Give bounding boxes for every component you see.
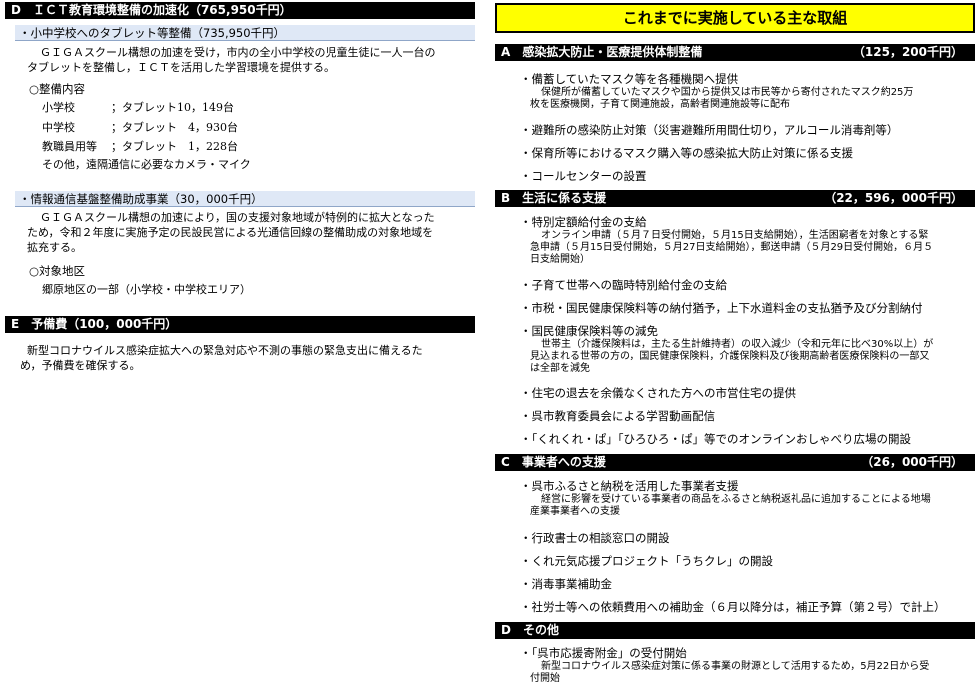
section-b-amount: （22，596，000千円） <box>824 191 963 205</box>
reserve-body-line-1: 新型コロナウイルス感染症拡大への緊急対応や不測の事態の緊急支出に備えるた <box>27 344 423 357</box>
section-a-letter: A <box>501 45 511 59</box>
section-b-title: 生活に係る支援 <box>522 191 607 205</box>
tablet-subsection-header: ・小中学校へのタブレット等整備（735,950千円） <box>15 25 475 41</box>
section-d-header: D ＩＣＴ教育環境整備の加速化（765,950千円） <box>5 2 475 19</box>
c-item-1-sub-2: 産業事業者への支援 <box>530 506 620 517</box>
network-body-line-3: 拡充する。 <box>27 241 82 254</box>
b-item-2: ・子育て世帯への臨時特別給付金の支給 <box>520 278 727 292</box>
row-elementary-label: 小学校 <box>42 101 75 114</box>
network-subsection-header: ・情報通信基盤整備助成事業（30，000千円） <box>15 191 475 207</box>
section-b-header: B 生活に係る支援 （22，596，000千円） <box>495 190 975 207</box>
section-c-title: 事業者への支援 <box>521 455 606 469</box>
tablet-body-line-2: タブレットを整備し，ＩＣＴを活用した学習環境を提供する。 <box>27 61 335 74</box>
section-d-other-header: D その他 <box>495 622 975 639</box>
contents-heading: ○整備内容 <box>29 82 86 96</box>
c-item-2: ・行政書士の相談窓口の開設 <box>520 531 670 545</box>
section-a-amount: （125，200千円） <box>852 45 963 59</box>
b-item-1-sub-2: 急申請（５月15日受付開始，５月27日支給開始），郵送申請（５月29日受付開始，… <box>530 242 934 253</box>
row-junior-value: ；タブレット 4，930台 <box>111 121 238 134</box>
section-b-letter: B <box>501 191 511 205</box>
c-item-4: ・消毒事業補助金 <box>520 577 612 591</box>
section-c-header: C 事業者への支援 （26，000千円） <box>495 454 975 471</box>
row-elementary-value: ；タブレット10，149台 <box>111 101 234 114</box>
b-item-5: ・住宅の退去を余儀なくされた方への市営住宅の提供 <box>520 386 796 400</box>
section-c-letter: C <box>501 455 510 469</box>
b-item-6: ・呉市教育委員会による学習動画配信 <box>520 409 716 423</box>
section-d-other-letter: D <box>501 623 511 637</box>
reserve-body-line-2: め，予備費を確保する。 <box>20 359 141 372</box>
b-item-3: ・市税・国民健康保険料等の納付猶予，上下水道料金の支払猶予及び分割納付 <box>520 301 923 315</box>
d-item-1-sub-1: 新型コロナウイルス感染症対策に係る事業の財源として活用するため，5月22日から受 <box>541 661 930 672</box>
section-e-header: E 予備費（100，000千円） <box>5 316 475 333</box>
row-junior-label: 中学校 <box>42 121 75 134</box>
section-d-other-title: その他 <box>522 623 559 637</box>
section-c-amount: （26，000千円） <box>861 455 963 469</box>
network-body-line-2: ため，令和２年度に実施予定の民設民営による光通信回線の整備助成の対象地域を <box>27 226 434 239</box>
b-item-1: ・特別定額給付金の支給 <box>520 215 647 229</box>
b-item-4: ・国民健康保険料等の減免 <box>520 324 658 338</box>
a-item-2: ・避難所の感染防止対策（災害避難所用間仕切り，アルコール消毒剤等） <box>520 123 899 137</box>
banner-title: これまでに実施している主な取組 <box>495 3 975 33</box>
row-staff-value: ；タブレット 1，228台 <box>111 140 238 153</box>
section-a-header: A 感染拡大防止・医療提供体制整備 （125，200千円） <box>495 44 975 61</box>
d-item-1: ・「呉市応援寄附金」の受付開始 <box>520 646 687 660</box>
a-item-1-sub-2: 枚を医療機関，子育て関連施設，高齢者関連施設等に配布 <box>530 99 790 110</box>
d-item-1-sub-2: 付開始 <box>530 673 560 684</box>
area-value: 郷原地区の一部（小学校・中学校エリア） <box>42 283 251 296</box>
c-item-1: ・呉市ふるさと納税を活用した事業者支援 <box>520 479 739 493</box>
c-item-3: ・くれ元気応援プロジェクト「うちクレ」の開設 <box>520 554 773 568</box>
b-item-1-sub-3: 日支給開始） <box>530 254 590 265</box>
b-item-4-sub-3: は全部を減免 <box>530 363 590 374</box>
section-a-title: 感染拡大防止・医療提供体制整備 <box>522 45 703 59</box>
a-item-4: ・コールセンターの設置 <box>520 169 647 183</box>
other-equipment: その他，遠隔通信に必要なカメラ・マイク <box>42 158 251 171</box>
area-heading: ○対象地区 <box>29 264 86 278</box>
row-staff-label: 教職員用等 <box>42 140 97 153</box>
c-item-5: ・社労士等への依頼費用への補助金（６月以降分は，補正予算（第２号）で計上） <box>520 600 946 614</box>
a-item-1: ・備蓄していたマスク等を各種機関へ提供 <box>520 72 739 86</box>
tablet-body-line-1: ＧＩＧＡスクール構想の加速を受け，市内の全小中学校の児童生徒に一人一台の <box>40 46 436 59</box>
b-item-7: ・「くれくれ・ぱ」「ひろひろ・ぱ」等でのオンラインおしゃべり広場の開設 <box>520 432 911 446</box>
network-body-line-1: ＧＩＧＡスクール構想の加速により，国の支援対象地域が特例的に拡大となった <box>40 211 435 224</box>
a-item-3: ・保育所等におけるマスク購入等の感染拡大防止対策に係る支援 <box>520 146 854 160</box>
